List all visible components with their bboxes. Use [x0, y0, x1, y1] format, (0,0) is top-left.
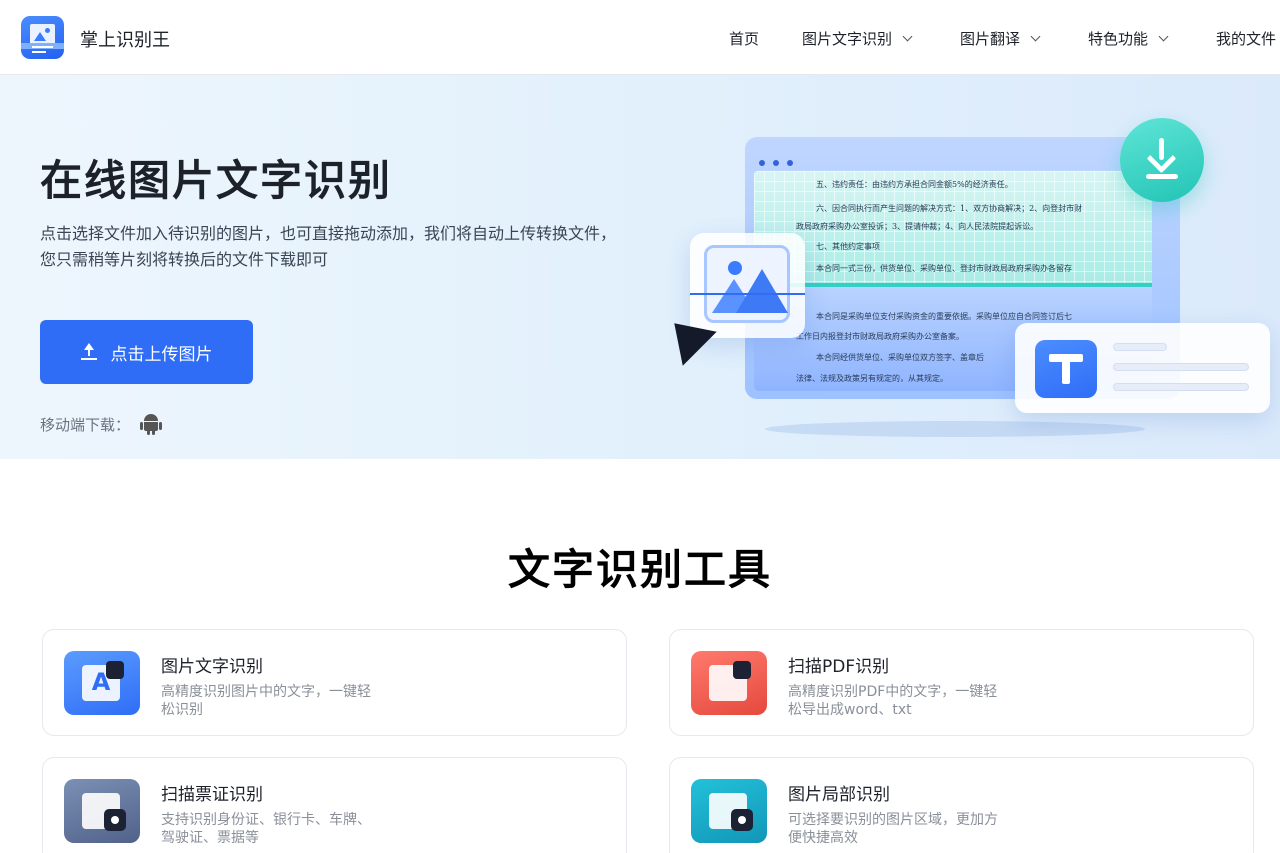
header: 掌上识别王 首页 图片文字识别 图片翻译 特色功能 我的文件 — [0, 0, 1280, 75]
nav-features-label: 特色功能 — [1088, 30, 1149, 48]
tool-card-pdf-ocr[interactable]: 扫描PDF识别 高精度识别PDF中的文字，一键轻 松导出成word、txt — [669, 629, 1254, 736]
hero-illustration: 五、违约责任：由违约方承担合同金额5%的经济责任。 六、因合同执行而产生问题的解… — [0, 75, 1280, 459]
document-line: 六、因合同执行而产生问题的解决方式：1、双方协商解决；2、向登封市财 — [816, 204, 1083, 213]
tool-description: 高精度识别图片中的文字，一键轻 松识别 — [161, 683, 401, 719]
tool-description-line: 高精度识别图片中的文字，一键轻 — [161, 684, 371, 700]
nav-home-label: 首页 — [729, 30, 760, 48]
text-t-icon — [1035, 340, 1097, 398]
tool-name: 扫描票证识别 — [161, 785, 263, 805]
tool-description-line: 高精度识别PDF中的文字，一键轻 — [788, 684, 998, 700]
tool-description: 支持识别身份证、银行卡、车牌、 驾驶证、票据等 — [161, 811, 401, 847]
brand-name[interactable]: 掌上识别王 — [80, 26, 170, 52]
tool-description: 高精度识别PDF中的文字，一键轻 松导出成word、txt — [788, 683, 1028, 719]
tool-name: 扫描PDF识别 — [788, 657, 890, 677]
logo-icon[interactable] — [21, 16, 64, 59]
tool-description-line: 驾驶证、票据等 — [161, 830, 259, 846]
image-crop-icon — [691, 779, 767, 843]
document-line: 政局政府采购办公室投诉；3、提请仲裁；4、向人民法院提起诉讼。 — [796, 222, 1039, 231]
image-text-icon: A — [64, 651, 140, 715]
document-line: 七、其他约定事项 — [816, 242, 880, 251]
hero-banner: 在线图片文字识别 点击选择文件加入待识别的图片，也可直接拖动添加，我们将自动上传… — [0, 75, 1280, 459]
illustration-shadow — [765, 421, 1145, 437]
tool-description-line: 可选择要识别的图片区域，更加方 — [788, 812, 998, 828]
tool-name: 图片文字识别 — [161, 657, 263, 677]
tool-description-line: 支持识别身份证、银行卡、车牌、 — [161, 812, 371, 828]
tool-description-line: 松识别 — [161, 702, 203, 718]
pdf-scan-icon — [691, 651, 767, 715]
document-line: 本合同是采购单位支付采购资金的重要依据。采购单位应自合同签订后七 — [816, 312, 1072, 321]
chevron-down-icon — [1030, 31, 1041, 41]
tool-card-partial-ocr[interactable]: 图片局部识别 可选择要识别的图片区域，更加方 便快捷高效 — [669, 757, 1254, 853]
text-result-card — [1015, 323, 1270, 413]
document-line: 本合同一式三份，供货单位、采购单位、登封市财政局政府采购办各留存 — [816, 264, 1072, 273]
nav-image-translate-label: 图片翻译 — [960, 30, 1021, 48]
tool-description-line: 便快捷高效 — [788, 830, 858, 846]
nav-image-ocr-label: 图片文字识别 — [802, 30, 893, 48]
nav-my-files[interactable]: 我的文件 — [1216, 28, 1276, 49]
tools-section-title: 文字识别工具 — [507, 545, 772, 594]
chevron-down-icon — [1158, 31, 1169, 41]
document-line: 五、违约责任：由违约方承担合同金额5%的经济责任。 — [816, 180, 1013, 189]
chevron-down-icon — [902, 31, 913, 41]
tool-description-line: 松导出成word、txt — [788, 702, 912, 718]
nav-features[interactable]: 特色功能 — [1088, 28, 1169, 49]
tool-name: 图片局部识别 — [788, 785, 890, 805]
download-icon — [1120, 118, 1204, 202]
tool-card-card-ocr[interactable]: 扫描票证识别 支持识别身份证、银行卡、车牌、 驾驶证、票据等 — [42, 757, 627, 853]
tool-card-image-ocr[interactable]: A 图片文字识别 高精度识别图片中的文字，一键轻 松识别 — [42, 629, 627, 736]
nav-image-ocr[interactable]: 图片文字识别 — [802, 28, 913, 49]
id-card-scan-icon — [64, 779, 140, 843]
nav-image-translate[interactable]: 图片翻译 — [960, 28, 1041, 49]
document-line: 工作日内报登封市财政局政府采购办公室备案。 — [796, 332, 964, 341]
window-dots — [759, 160, 793, 166]
document-line: 法律、法规及政策另有规定的，从其规定。 — [796, 374, 948, 383]
tool-description: 可选择要识别的图片区域，更加方 便快捷高效 — [788, 811, 1028, 847]
nav-my-files-label: 我的文件 — [1216, 30, 1277, 48]
nav-home[interactable]: 首页 — [729, 28, 759, 49]
document-line: 本合同经供货单位、采购单位双方签字、盖章后 — [816, 353, 984, 362]
